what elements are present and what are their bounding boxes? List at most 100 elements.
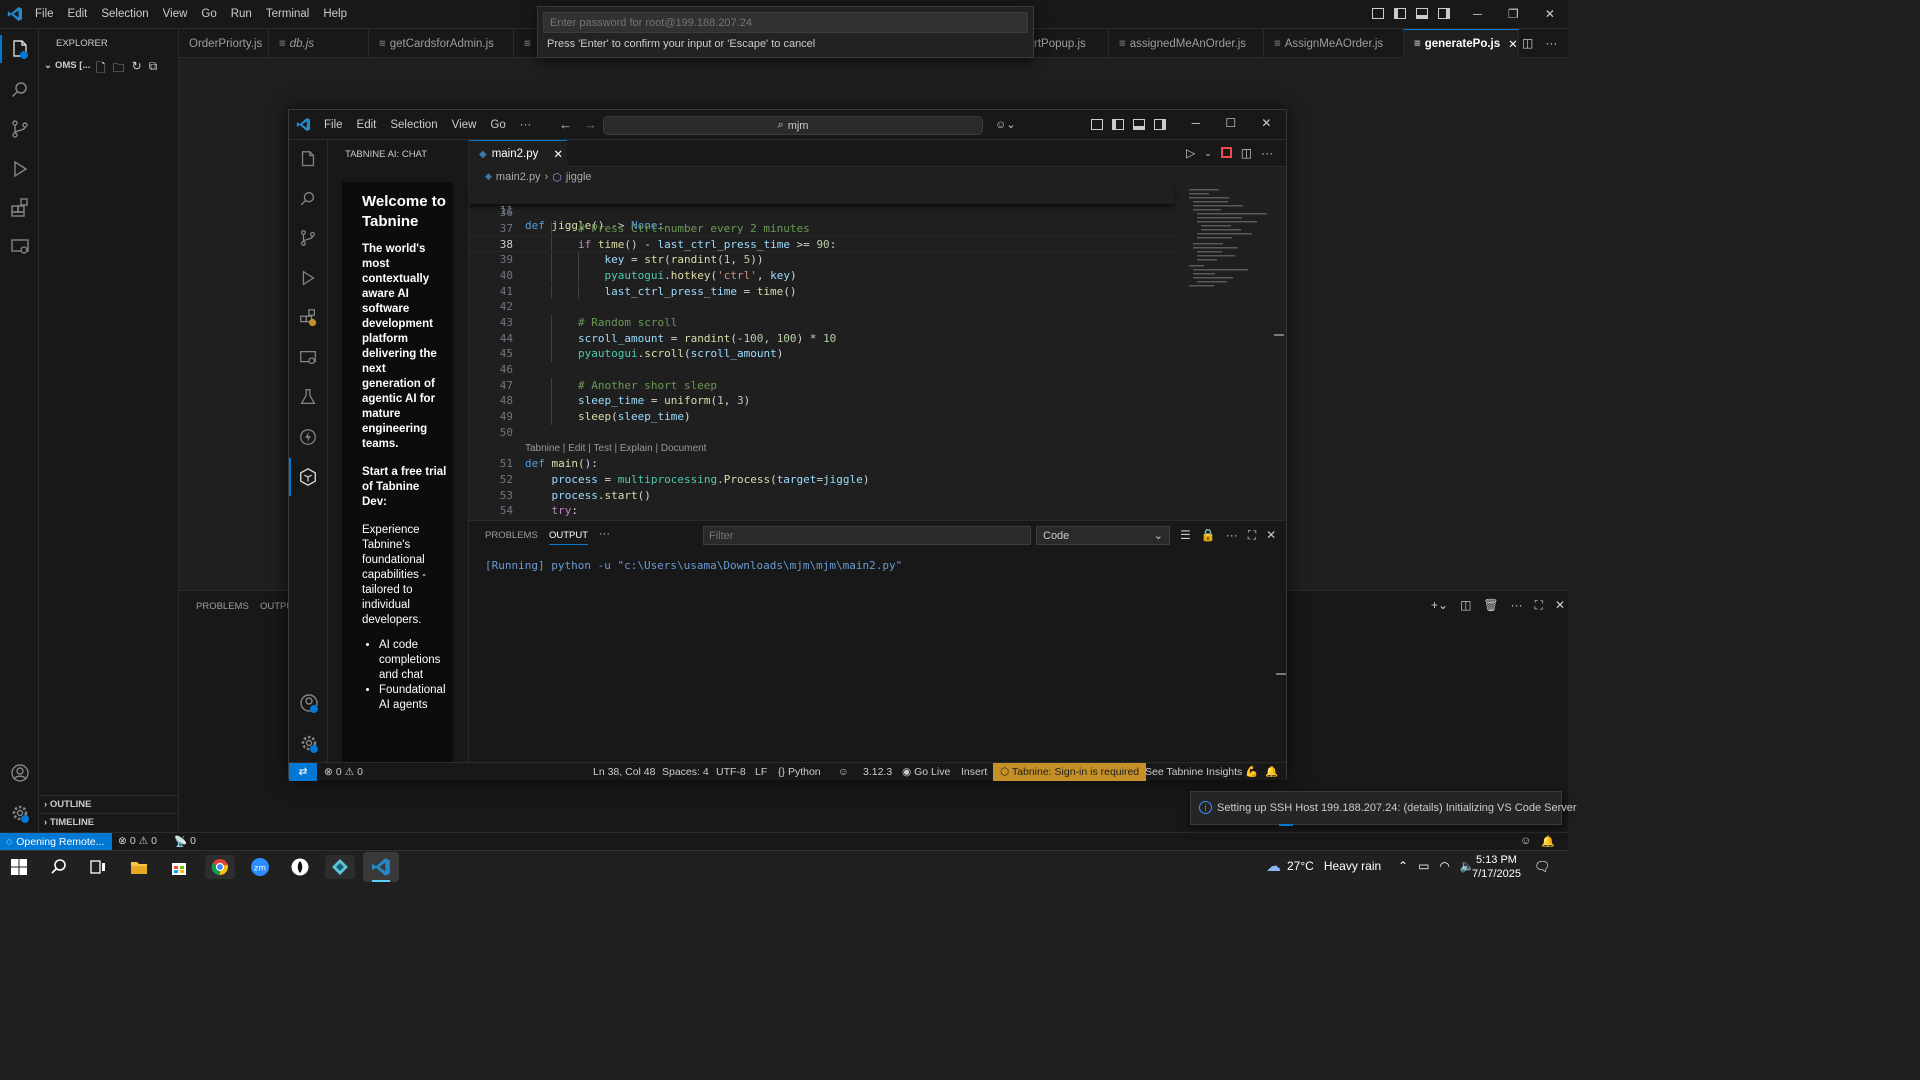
toggle-sidebar-icon[interactable] [1112, 119, 1124, 130]
language-mode[interactable]: {} Python [778, 763, 821, 781]
split-panel-icon[interactable]: ◫ [1460, 598, 1471, 613]
zoom-icon[interactable]: zm [245, 855, 275, 879]
more-actions-icon[interactable]: ··· [1545, 36, 1557, 50]
tabnine-codelens[interactable]: Tabnine | Edit | Test | Explain | Docume… [525, 441, 706, 457]
code-line[interactable]: 42 [469, 299, 1174, 315]
source-control-icon[interactable] [298, 228, 318, 251]
explorer-icon[interactable] [298, 150, 318, 173]
code-line[interactable]: 49 sleep(sleep_time) [469, 409, 1174, 425]
tab-rtpopup[interactable]: rtPopup.js [1024, 29, 1109, 58]
indentation[interactable]: Spaces: 4 [662, 763, 709, 781]
tabnine-insights[interactable]: See Tabnine Insights 💪 [1145, 763, 1258, 781]
more-actions-icon[interactable]: ··· [1261, 146, 1273, 160]
toggle-panel-icon[interactable] [1416, 8, 1428, 19]
testing-flask-icon[interactable] [298, 387, 318, 410]
menu-selection[interactable]: Selection [101, 8, 148, 20]
editor-mode[interactable]: Insert [961, 763, 987, 781]
task-view-icon[interactable] [83, 855, 113, 879]
breadcrumb-symbol[interactable]: jiggle [566, 171, 592, 184]
menu-run[interactable]: Run [231, 8, 252, 20]
maximize-panel-icon[interactable]: ⛶ [1535, 598, 1543, 613]
panel-more-icon[interactable]: ··· [599, 528, 610, 540]
code-line[interactable]: 46 [469, 362, 1174, 378]
lock-icon[interactable]: 🔒 [1201, 528, 1216, 543]
source-control-icon[interactable] [9, 118, 31, 143]
close-tab-icon[interactable]: ✕ [1508, 37, 1518, 51]
restore-icon[interactable]: ❐ [1508, 7, 1519, 21]
close-window-icon[interactable]: ✕ [1545, 7, 1555, 21]
toggle-panel-icon[interactable] [1133, 119, 1145, 130]
customize-layout-icon[interactable] [1091, 119, 1103, 130]
app-leaf-icon[interactable] [285, 855, 315, 879]
python-version[interactable]: 3.12.3 [863, 763, 892, 781]
copilot-icon[interactable]: ☺⌄ [995, 118, 1015, 131]
search-icon[interactable] [298, 189, 318, 212]
clock[interactable]: 5:13 PM 7/17/2025 [1472, 853, 1521, 881]
split-editor-icon[interactable]: ◫ [1241, 146, 1252, 160]
wifi-icon[interactable]: ◠ [1439, 859, 1449, 873]
tab-assignmeaorder[interactable]: ≡ AssignMeAOrder.js [1264, 29, 1404, 58]
more-panel-icon[interactable]: ··· [1226, 528, 1238, 543]
output-filter-input[interactable] [703, 526, 1031, 545]
panel-tab-problems[interactable]: PROBLEMS [485, 530, 538, 541]
code-line[interactable]: 43 # Random scroll [469, 314, 1174, 331]
remote-indicator[interactable]: ◌ Opening Remote... [0, 833, 112, 850]
tabnine-signin[interactable]: ⬡ Tabnine: Sign-in is required [993, 763, 1147, 781]
menu-go[interactable]: Go [490, 119, 505, 131]
close-window-icon[interactable]: ✕ [1261, 116, 1271, 130]
copilot-status-icon[interactable]: ☺ [838, 763, 849, 781]
new-folder-icon[interactable]: 🗀 [113, 59, 125, 80]
encoding[interactable]: UTF-8 [716, 763, 746, 781]
cursor-position[interactable]: Ln 38, Col 48 [593, 763, 655, 781]
store-icon[interactable] [164, 855, 194, 879]
menu-view[interactable]: View [452, 119, 477, 131]
tabnine-icon[interactable] [298, 467, 318, 490]
windows-start-icon[interactable] [4, 855, 34, 879]
code-line[interactable]: 37 # Press Ctrl+number every 2 minutes [469, 220, 1174, 237]
code-line[interactable]: 38 if time() - last_ctrl_press_time >= 9… [469, 236, 1174, 253]
forward-arrow-icon[interactable]: → [584, 117, 597, 132]
search-icon[interactable] [9, 79, 31, 104]
menu-more[interactable]: ··· [520, 119, 532, 131]
extensions-icon[interactable] [298, 308, 318, 331]
customize-layout-icon[interactable] [1372, 8, 1384, 19]
maximize-icon[interactable]: ☐ [1225, 116, 1236, 130]
run-debug-icon[interactable] [298, 268, 318, 291]
word-wrap-icon[interactable]: ☰ [1180, 528, 1191, 543]
command-center-search[interactable]: ⌕ mjm [603, 116, 983, 135]
code-line[interactable]: 45 pyautogui.scroll(scroll_amount) [469, 346, 1174, 362]
file-explorer-icon[interactable] [124, 855, 154, 879]
run-debug-icon[interactable] [9, 158, 31, 183]
menu-go[interactable]: Go [201, 8, 216, 20]
code-line[interactable]: 44 scroll_amount = randint(-100, 100) * … [469, 330, 1174, 347]
remote-indicator[interactable]: ⇄ [289, 763, 317, 781]
menu-edit[interactable]: Edit [357, 119, 377, 131]
menu-selection[interactable]: Selection [390, 119, 437, 131]
tab-hidden[interactable]: ≡ [514, 29, 539, 58]
split-editor-icon[interactable]: ◫ [1522, 36, 1533, 50]
menu-edit[interactable]: Edit [68, 8, 88, 20]
trash-icon[interactable]: 🗑 [1483, 598, 1498, 613]
run-dropdown-icon[interactable]: ⌄ [1204, 148, 1212, 160]
menu-file[interactable]: File [324, 119, 343, 131]
explorer-icon[interactable] [9, 39, 31, 64]
notification-center-icon[interactable]: 🗨 [1534, 859, 1551, 875]
code-line[interactable]: 52 process = multiprocessing.Process(tar… [469, 472, 1174, 488]
outline-section[interactable]: › OUTLINE [44, 799, 92, 810]
code-line[interactable]: 36 [469, 205, 1174, 221]
eol[interactable]: LF [755, 763, 767, 781]
close-panel-icon[interactable]: ✕ [1555, 598, 1565, 613]
refresh-icon[interactable]: ↻ [132, 59, 142, 80]
sticky-scroll[interactable]: 11 def jiggle() -> None: [469, 186, 1174, 232]
back-arrow-icon[interactable]: ← [559, 117, 572, 132]
code-line[interactable]: 47 # Another short sleep [469, 377, 1174, 394]
problems-status[interactable]: ⊗ 0 ⚠ 0 [324, 763, 363, 781]
tab-getcardsforadmin[interactable]: ≡ getCardsforAdmin.js [369, 29, 514, 58]
toggle-secondary-sidebar-icon[interactable] [1154, 119, 1166, 130]
tab-assignedmeanorder[interactable]: ≡ assignedMeAnOrder.js [1109, 29, 1264, 58]
code-line[interactable]: 41 last_ctrl_press_time = time() [469, 283, 1174, 300]
battery-icon[interactable]: ▭ [1418, 859, 1429, 873]
new-file-icon[interactable]: 🗋 [96, 59, 106, 80]
manage-gear-icon[interactable] [298, 732, 320, 757]
weather-widget[interactable]: ☁ 27°C Heavy rain [1266, 857, 1381, 875]
